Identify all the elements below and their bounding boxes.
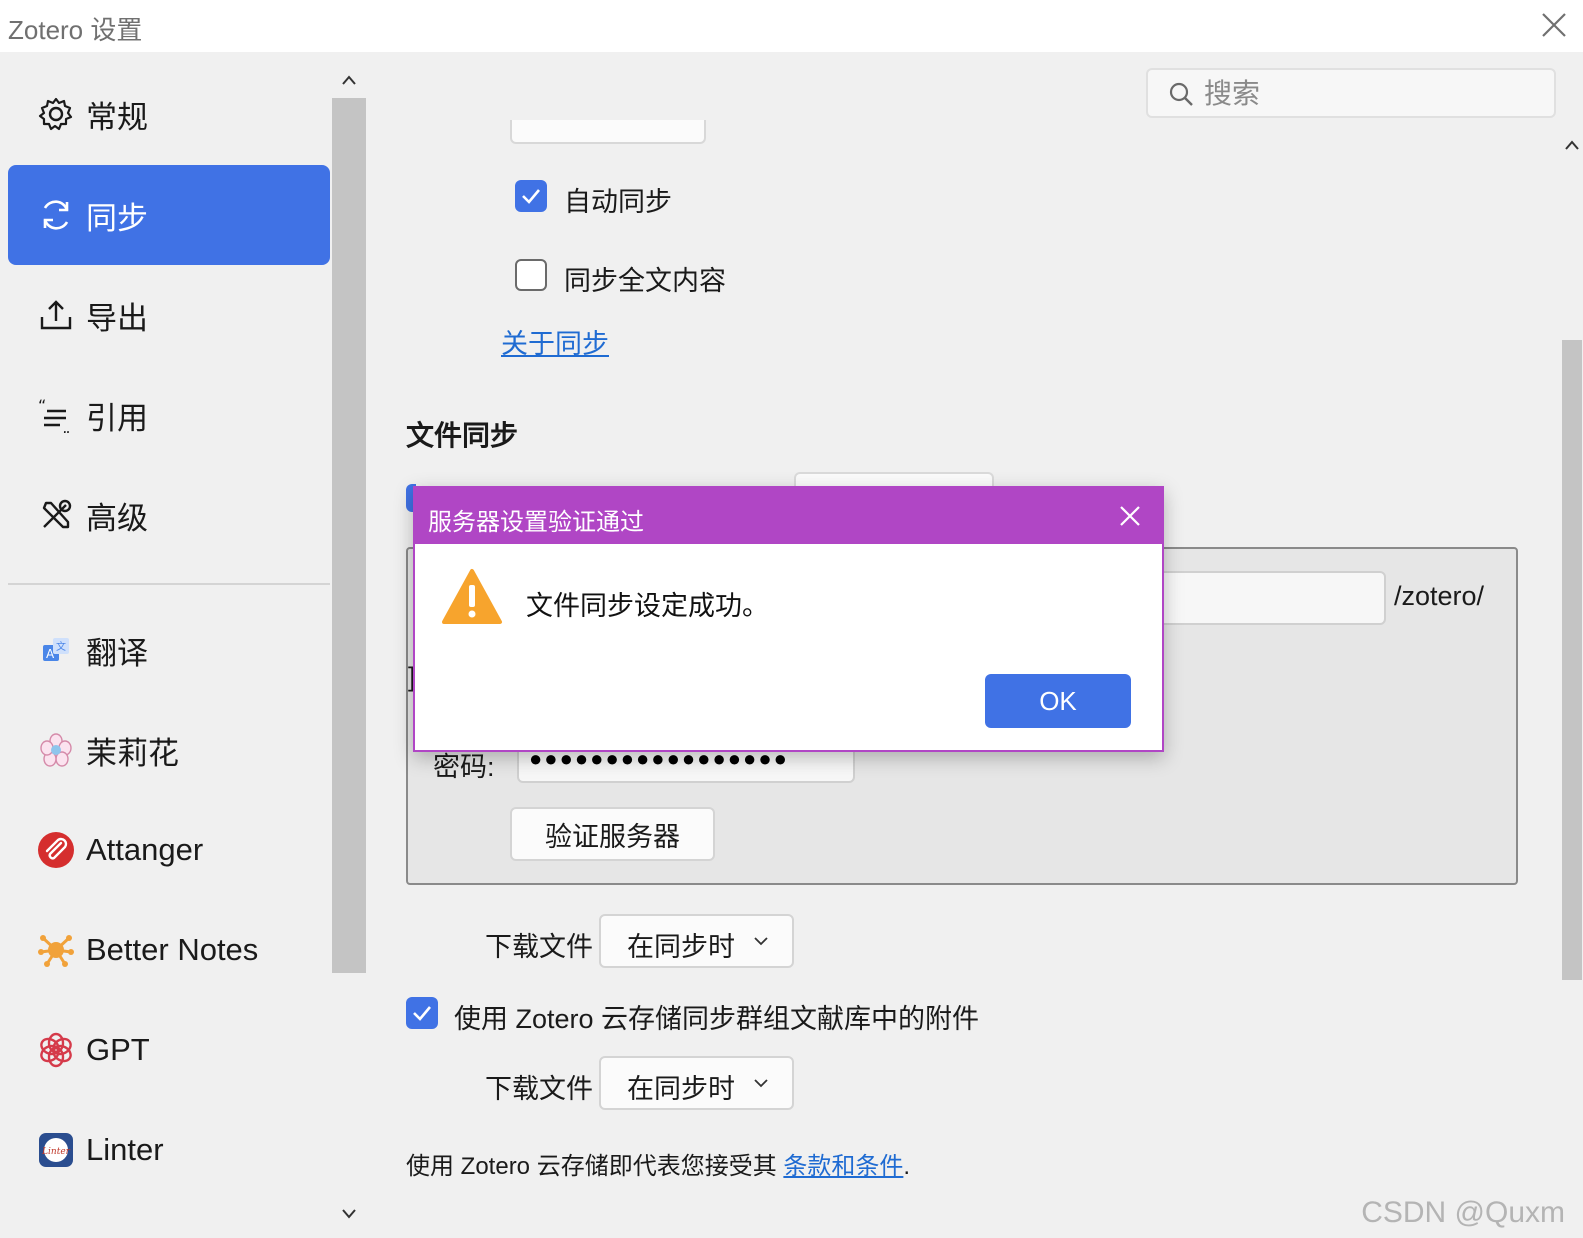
sync-fulltext-label: 同步全文内容 bbox=[564, 266, 726, 296]
sidebar-item-label: Linter bbox=[86, 1132, 164, 1167]
account-button[interactable] bbox=[510, 120, 706, 144]
chevron-down-icon bbox=[754, 937, 768, 946]
gear-icon bbox=[36, 94, 76, 134]
window-title: Zotero 设置 bbox=[8, 15, 143, 45]
svg-text:Linter: Linter bbox=[41, 1147, 71, 1157]
sidebar-item-label: 引用 bbox=[86, 400, 148, 436]
url-suffix: /zotero/ bbox=[1394, 581, 1485, 611]
window-close-icon[interactable] bbox=[1539, 10, 1569, 40]
terms-prefix: 使用 Zotero 云存储即代表您接受其 bbox=[406, 1153, 784, 1180]
cite-icon: “„ bbox=[36, 395, 76, 435]
sidebar-item-label: GPT bbox=[86, 1032, 150, 1067]
group-download-files-select[interactable]: 在同步时 bbox=[599, 1056, 794, 1110]
sidebar-item-attanger[interactable]: Attanger bbox=[8, 800, 330, 900]
alert-dialog: 服务器设置验证通过 文件同步设定成功。 OK bbox=[413, 486, 1164, 752]
linter-icon: Linter bbox=[36, 1130, 76, 1170]
sidebar-item-label: 高级 bbox=[86, 500, 148, 536]
about-sync-link[interactable]: 关于同步 bbox=[501, 322, 609, 361]
warning-icon bbox=[442, 569, 502, 624]
content-scroll-thumb[interactable] bbox=[1562, 340, 1582, 980]
sync-fulltext-checkbox[interactable] bbox=[515, 259, 547, 291]
sidebar-scroll-thumb[interactable] bbox=[332, 98, 366, 973]
sidebar-item-export[interactable]: 导出 bbox=[8, 265, 330, 365]
dialog-message: 文件同步设定成功。 bbox=[526, 591, 769, 621]
sidebar-item-label: 常规 bbox=[86, 99, 148, 135]
sidebar-divider bbox=[8, 583, 330, 585]
search-box[interactable] bbox=[1146, 68, 1556, 118]
section-title: 文件同步 bbox=[406, 420, 519, 451]
svg-text:„: „ bbox=[62, 418, 70, 433]
sidebar-item-general[interactable]: 常规 bbox=[8, 64, 330, 164]
sync-icon bbox=[36, 195, 76, 235]
sidebar-item-linter[interactable]: Linter Linter bbox=[8, 1100, 330, 1200]
group-storage-checkbox[interactable] bbox=[406, 997, 438, 1029]
content-scrollbar[interactable] bbox=[1561, 130, 1583, 1238]
webdav-url-input[interactable] bbox=[1150, 571, 1386, 625]
ok-button[interactable]: OK bbox=[985, 674, 1131, 728]
group-storage-label: 使用 Zotero 云存储同步群组文献库中的附件 bbox=[454, 1004, 980, 1034]
group-download-files-label: 下载文件 bbox=[485, 1074, 593, 1104]
svg-text:文: 文 bbox=[56, 640, 66, 653]
better-notes-icon bbox=[36, 930, 76, 970]
download-files-select[interactable]: 在同步时 bbox=[599, 914, 794, 968]
sidebar-item-label: 翻译 bbox=[86, 635, 148, 671]
export-icon bbox=[36, 295, 76, 335]
sidebar-item-label: Attanger bbox=[86, 832, 204, 867]
select-value: 在同步时 bbox=[627, 932, 735, 962]
scroll-down-icon[interactable] bbox=[341, 1208, 357, 1220]
sidebar-item-advanced[interactable]: 高级 bbox=[8, 465, 330, 565]
download-files-label: 下载文件 bbox=[485, 932, 593, 962]
svg-text:“: “ bbox=[38, 397, 46, 415]
chevron-down-icon bbox=[754, 1079, 768, 1088]
watermark: CSDN @Quxm bbox=[1361, 1196, 1565, 1229]
dialog-title: 服务器设置验证通过 bbox=[428, 509, 644, 536]
dialog-close-icon[interactable] bbox=[1118, 504, 1142, 528]
sidebar-item-label: 同步 bbox=[86, 200, 148, 236]
sidebar-item-gpt[interactable]: GPT bbox=[8, 1000, 330, 1100]
terms-notice: 使用 Zotero 云存储即代表您接受其 条款和条件. bbox=[406, 1146, 910, 1181]
sidebar-item-label: 茉莉花 bbox=[86, 735, 179, 771]
sidebar-scrollbar[interactable] bbox=[332, 52, 366, 1238]
sidebar-item-better-notes[interactable]: Better Notes bbox=[8, 900, 330, 1000]
search-icon bbox=[1169, 82, 1193, 106]
file-sync-method-select[interactable] bbox=[794, 472, 994, 486]
select-value: 在同步时 bbox=[627, 1074, 735, 1104]
sidebar-item-label: Better Notes bbox=[86, 932, 259, 967]
translate-icon: A文 bbox=[36, 630, 76, 670]
sidebar-item-sync[interactable]: 同步 bbox=[8, 165, 330, 265]
scroll-up-icon[interactable] bbox=[1565, 140, 1579, 150]
attanger-icon bbox=[36, 830, 76, 870]
sidebar-item-label: 导出 bbox=[86, 300, 148, 336]
window-titlebar: Zotero 设置 bbox=[0, 0, 1583, 52]
verify-server-button[interactable]: 验证服务器 bbox=[510, 807, 715, 861]
search-input[interactable] bbox=[1202, 76, 1546, 112]
terms-suffix: . bbox=[903, 1153, 911, 1180]
scroll-up-icon[interactable] bbox=[341, 74, 357, 86]
sidebar-item-jasmine[interactable]: 茉莉花 bbox=[8, 700, 330, 800]
sidebar-item-translate[interactable]: A文 翻译 bbox=[8, 600, 330, 700]
auto-sync-checkbox[interactable] bbox=[515, 180, 547, 212]
terms-link[interactable]: 条款和条件 bbox=[783, 1153, 903, 1180]
dialog-titlebar: 服务器设置验证通过 bbox=[415, 488, 1162, 544]
gpt-icon bbox=[36, 1030, 76, 1070]
sidebar: 常规 同步 导出 “„ 引用 高级 A文 翻译 茉莉花 Attanger Bet… bbox=[0, 52, 332, 1238]
auto-sync-label: 自动同步 bbox=[564, 187, 672, 217]
jasmine-icon bbox=[36, 730, 76, 770]
sidebar-item-cite[interactable]: “„ 引用 bbox=[8, 365, 330, 465]
advanced-tools-icon bbox=[36, 495, 76, 535]
